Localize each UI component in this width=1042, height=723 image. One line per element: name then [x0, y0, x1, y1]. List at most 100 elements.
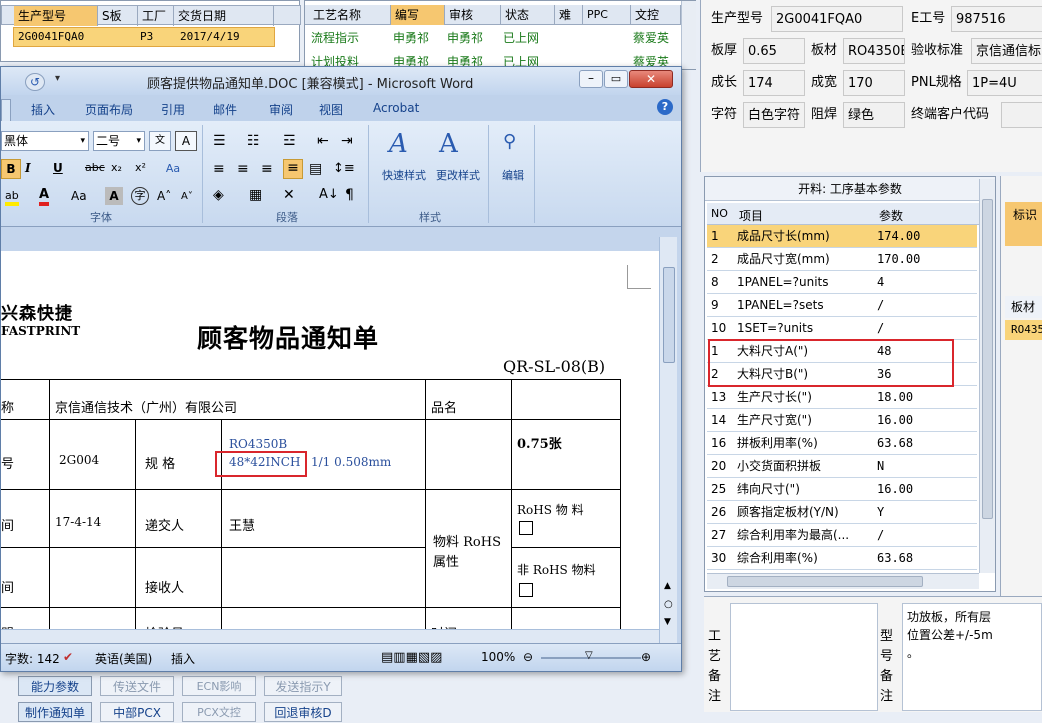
mid-pcx-button[interactable]: 中部PCX [100, 702, 174, 722]
font-name-select[interactable]: 黑体 ▾ [1, 131, 89, 151]
insert-mode[interactable]: 插入 [171, 650, 195, 667]
e-number-field[interactable]: 987516 [951, 6, 1042, 32]
grow-font-icon[interactable]: A˄ [157, 189, 171, 203]
next-page-icon[interactable]: ▼ [664, 617, 671, 627]
clear-format-icon[interactable]: Aa [163, 159, 183, 179]
binoculars-icon[interactable]: ⚲ [503, 131, 516, 152]
non-rohs-checkbox[interactable] [519, 583, 533, 597]
params-hscroll-thumb[interactable] [727, 576, 923, 587]
process-row[interactable]: 流程指示 申勇祁 申勇祁 已上网 蔡爱英 [305, 27, 681, 49]
params-row[interactable]: 2 成品尺寸宽(mm) 170.00 [707, 248, 977, 271]
char-field[interactable]: 白色字符 [743, 102, 805, 128]
proofing-icon[interactable]: ✔ [63, 650, 73, 664]
col-author[interactable]: 编写 [391, 5, 445, 25]
customer-field[interactable] [1001, 102, 1042, 128]
params-row[interactable]: 25 纬向尺寸(") 16.00 [707, 478, 977, 501]
quantity[interactable]: 0.75张 [517, 433, 562, 452]
numbering-icon[interactable]: ☷ [247, 133, 260, 149]
pcx-doc-button[interactable]: PCX文控 [182, 702, 256, 722]
material-field[interactable]: RO4350B [843, 38, 905, 64]
submit-date[interactable]: 17-4-14 [55, 515, 101, 529]
line-spacing-icon[interactable]: ↕≡ [333, 161, 355, 176]
tab-references[interactable]: 引用 [161, 101, 185, 118]
col-difficulty[interactable]: 难 [555, 5, 583, 25]
params-row[interactable]: 27 综合利用率为最高(... / [707, 524, 977, 547]
col-s-board[interactable]: S板 [98, 6, 138, 26]
params-row[interactable]: 20 小交货面积拼板 N [707, 455, 977, 478]
doc-vscroll[interactable]: ▲ ○ ▼ [659, 237, 677, 643]
close-button[interactable]: ✕ [629, 70, 673, 88]
align-left-icon[interactable]: ≡ [213, 161, 225, 177]
char-shading-icon[interactable]: A [105, 187, 123, 205]
bullets-icon[interactable]: ☰ [213, 133, 226, 149]
rollback-button[interactable]: 回退审核D [264, 702, 342, 722]
quick-style-button[interactable]: 快速样式 [377, 167, 431, 183]
undo-icon[interactable]: ↺ [25, 73, 45, 91]
char-border-icon[interactable]: A [175, 131, 197, 151]
sort-icon[interactable]: A↓ [319, 187, 339, 202]
params-row[interactable]: 1 成品尺寸长(mm) 174.00 [707, 225, 977, 248]
sender-name[interactable]: 王慧 [229, 515, 255, 534]
params-row[interactable]: 16 拼板利用率(%) 63.68 [707, 432, 977, 455]
params-row[interactable]: 26 顾客指定板材(Y/N) Y [707, 501, 977, 524]
part-code[interactable]: 2G004 [59, 453, 99, 467]
col-no[interactable]: NO [711, 207, 728, 220]
params-row[interactable]: 8 1PANEL=?units 4 [707, 271, 977, 294]
prev-page-icon[interactable]: ▲ [664, 581, 671, 591]
minimize-button[interactable]: – [579, 70, 603, 88]
distribute-icon[interactable]: ▤ [309, 161, 322, 177]
col-ppc[interactable]: PPC [583, 5, 631, 25]
align-center-icon[interactable]: ≡ [237, 161, 249, 177]
multilevel-icon[interactable]: ☲ [283, 133, 296, 149]
font-color-icon[interactable]: A [39, 187, 50, 206]
send-instruction-button[interactable]: 发送指示Y [264, 676, 342, 696]
maximize-button[interactable]: ▭ [604, 70, 628, 88]
editing-button[interactable]: 编辑 [493, 167, 533, 183]
doc-hscroll[interactable] [1, 629, 659, 643]
company-name[interactable]: 京信通信技术（广州）有限公司 [55, 397, 237, 416]
thickness-field[interactable]: 0.65 [743, 38, 805, 64]
params-row[interactable]: 13 生产尺寸长(") 18.00 [707, 386, 977, 409]
zoom-out-icon[interactable]: ⊖ [523, 650, 533, 664]
bold-icon[interactable]: B [1, 159, 21, 179]
spec-thickness[interactable]: 1/1 0.508mm [311, 455, 391, 469]
tab-insert[interactable]: 插入 [31, 101, 55, 118]
browse-object-icon[interactable]: ○ [664, 599, 673, 610]
width-field[interactable]: 170 [843, 70, 905, 96]
tab-mark[interactable]: 标识 [1005, 202, 1042, 246]
col-process[interactable]: 工艺名称 [309, 5, 391, 25]
col-delivery[interactable]: 交货日期 [174, 6, 274, 26]
italic-icon[interactable]: I [25, 161, 31, 175]
params-vscroll[interactable] [979, 179, 995, 573]
pnl-field[interactable]: 1P=4U [967, 70, 1042, 96]
tab-mailings[interactable]: 邮件 [213, 101, 237, 118]
notice-button[interactable]: 制作通知单 [18, 702, 92, 722]
params-row[interactable]: 30 综合利用率(%) 63.68 [707, 547, 977, 570]
change-style-icon[interactable]: A [439, 129, 458, 159]
spec-material[interactable]: RO4350B [229, 437, 287, 451]
show-marks-icon[interactable]: ¶ [345, 187, 354, 203]
word-titlebar[interactable]: ↺ ▾ 顾客提供物品通知单.DOC [兼容模式] - Microsoft Wor… [1, 67, 681, 95]
params-row[interactable]: 10 1SET=?units / [707, 317, 977, 340]
change-case-icon[interactable]: Aa [71, 189, 87, 203]
col-factory[interactable]: 工厂 [138, 6, 174, 26]
help-icon[interactable]: ? [657, 99, 673, 115]
params-row[interactable]: 9 1PANEL=?sets / [707, 294, 977, 317]
decrease-indent-icon[interactable]: ⇤ [317, 133, 329, 149]
zoom-thumb[interactable]: ▽ [585, 650, 593, 661]
increase-indent-icon[interactable]: ⇥ [341, 133, 353, 149]
length-field[interactable]: 174 [743, 70, 805, 96]
justify-icon[interactable]: ≡ [283, 159, 303, 179]
align-right-icon[interactable]: ≡ [261, 161, 273, 177]
zoom-in-icon[interactable]: ⊕ [641, 650, 651, 664]
rohs-checkbox[interactable] [519, 521, 533, 535]
ecn-button[interactable]: ECN影响 [182, 676, 256, 696]
tab-view[interactable]: 视图 [319, 101, 343, 118]
font-size-select[interactable]: 二号 ▾ [93, 131, 145, 151]
col-item[interactable]: 项目 [739, 207, 763, 224]
process-note-box[interactable] [730, 603, 878, 711]
shrink-font-icon[interactable]: A˅ [181, 191, 193, 202]
tab-home[interactable] [1, 99, 11, 121]
zoom-level[interactable]: 100% [481, 650, 515, 664]
strikethrough-icon[interactable]: abc [85, 161, 105, 174]
